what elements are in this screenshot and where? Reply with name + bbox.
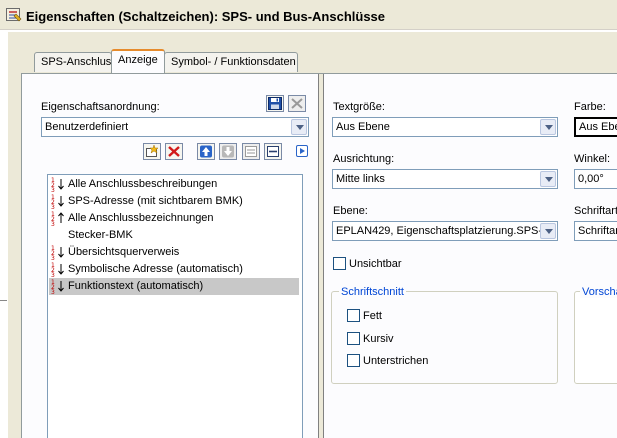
list-item[interactable]: 1 2 3 SPS-Adresse (mit sichtbarem BMK): [49, 193, 299, 211]
list-item[interactable]: 1 2 3 Übersichtsquerverweis: [49, 244, 299, 262]
color-label: Farbe:: [574, 101, 606, 113]
sort-down-icon: 123: [51, 176, 65, 194]
save-button[interactable]: [266, 95, 284, 112]
invisible-label: Unsichtbar: [349, 258, 402, 270]
sort-down-icon: 123: [51, 278, 65, 296]
svg-text:3: 3: [51, 272, 55, 277]
text-size-value: Aus Ebene: [336, 121, 390, 133]
list-item[interactable]: Stecker-BMK: [49, 227, 299, 244]
layer-label: Ebene:: [333, 205, 368, 217]
chevron-down-icon[interactable]: [540, 223, 556, 239]
alignment-label: Ausrichtung:: [333, 153, 395, 165]
tab-label: Symbol- / Funktionsdaten: [171, 56, 296, 68]
sort-down-icon: 123: [51, 193, 65, 211]
tab-anzeige[interactable]: Anzeige: [111, 49, 165, 73]
ungroup-button[interactable]: [264, 143, 282, 160]
list-item-label: Übersichtsquerverweis: [68, 246, 180, 258]
sort-down-icon: 123: [51, 244, 65, 262]
text-size-label: Textgröße:: [333, 101, 385, 113]
tab-symbol-funktionsdaten[interactable]: Symbol- / Funktionsdaten: [164, 52, 298, 72]
chevron-down-icon[interactable]: [540, 171, 556, 187]
layer-select[interactable]: EPLAN429, Eigenschaftsplatzierung.SPS-Fu: [332, 221, 558, 241]
svg-text:3: 3: [51, 255, 55, 260]
bold-checkbox[interactable]: [347, 309, 360, 322]
arrangement-label: Eigenschaftsanordnung:: [41, 101, 160, 113]
move-down-button[interactable]: [219, 143, 237, 160]
remove-property-button[interactable]: [165, 143, 183, 160]
list-item[interactable]: 1 2 3 Funktionstext (automatisch): [49, 278, 299, 296]
underline-checkbox[interactable]: [347, 354, 360, 367]
list-item[interactable]: 1 2 3 Alle Anschlussbezeichnungen: [49, 210, 299, 228]
color-value: Aus Ebe: [579, 121, 617, 133]
title-bar: Eigenschaften (Schaltzeichen): SPS- und …: [0, 0, 617, 30]
svg-text:3: 3: [51, 221, 55, 226]
tab-label: SPS-Anschluss: [41, 56, 117, 68]
list-item-label: Symbolische Adresse (automatisch): [68, 263, 243, 275]
angle-select[interactable]: 0,00°: [574, 169, 617, 189]
italic-checkbox[interactable]: [347, 332, 360, 345]
color-select[interactable]: Aus Ebe: [574, 117, 617, 137]
alignment-select[interactable]: Mitte links: [332, 169, 558, 189]
no-sort-icon: [51, 227, 65, 243]
svg-text:3: 3: [51, 187, 55, 192]
angle-label: Winkel:: [574, 153, 611, 165]
alignment-value: Mitte links: [336, 173, 385, 185]
preview-group-title: Vorscha: [580, 286, 617, 298]
tab-sps-anschluss[interactable]: SPS-Anschluss: [34, 52, 117, 72]
italic-label: Kursiv: [363, 333, 394, 345]
list-item[interactable]: 1 2 3 Symbolische Adresse (automatisch): [49, 261, 299, 279]
layer-value: EPLAN429, Eigenschaftsplatzierung.SPS-Fu: [336, 225, 540, 237]
list-item[interactable]: 1 2 3 Alle Anschlussbeschreibungen: [49, 176, 299, 194]
invisible-checkbox[interactable]: [333, 257, 346, 270]
delete-arrangement-button[interactable]: [288, 95, 306, 112]
list-item-label: Funktionstext (automatisch): [68, 280, 204, 292]
bold-label: Fett: [363, 310, 382, 322]
list-item-label: Alle Anschlussbezeichnungen: [68, 212, 214, 224]
font-label: Schriftart: [574, 205, 617, 217]
divider: [0, 300, 7, 301]
window-title: Eigenschaften (Schaltzeichen): SPS- und …: [26, 9, 386, 24]
list-item-label: SPS-Adresse (mit sichtbarem BMK): [68, 195, 243, 207]
svg-text:3: 3: [51, 289, 55, 294]
expand-button[interactable]: [296, 145, 308, 157]
font-style-group-title: Schriftschnitt: [339, 286, 406, 298]
font-select[interactable]: Schriftar: [574, 221, 617, 241]
sort-down-icon: 123: [51, 261, 65, 279]
new-property-button[interactable]: [143, 143, 161, 160]
chevron-down-icon[interactable]: [291, 119, 307, 135]
text-size-select[interactable]: Aus Ebene: [332, 117, 558, 137]
list-item-label: Alle Anschlussbeschreibungen: [68, 178, 218, 190]
arrangement-select[interactable]: Benutzerdefiniert: [41, 117, 309, 137]
svg-text:3: 3: [51, 204, 55, 209]
chevron-down-icon[interactable]: [540, 119, 556, 135]
arrangement-value: Benutzerdefiniert: [45, 121, 129, 133]
group-button[interactable]: [242, 143, 260, 160]
sort-up-icon: 123: [51, 210, 65, 228]
properties-icon: [6, 8, 22, 22]
tab-label: Anzeige: [118, 54, 158, 66]
move-up-button[interactable]: [197, 143, 215, 160]
angle-value: 0,00°: [578, 173, 604, 185]
preview-group: [574, 291, 617, 384]
panel-splitter[interactable]: [318, 74, 324, 438]
underline-label: Unterstrichen: [363, 355, 429, 367]
font-value: Schriftar: [578, 225, 617, 237]
list-item-label: Stecker-BMK: [68, 229, 133, 241]
